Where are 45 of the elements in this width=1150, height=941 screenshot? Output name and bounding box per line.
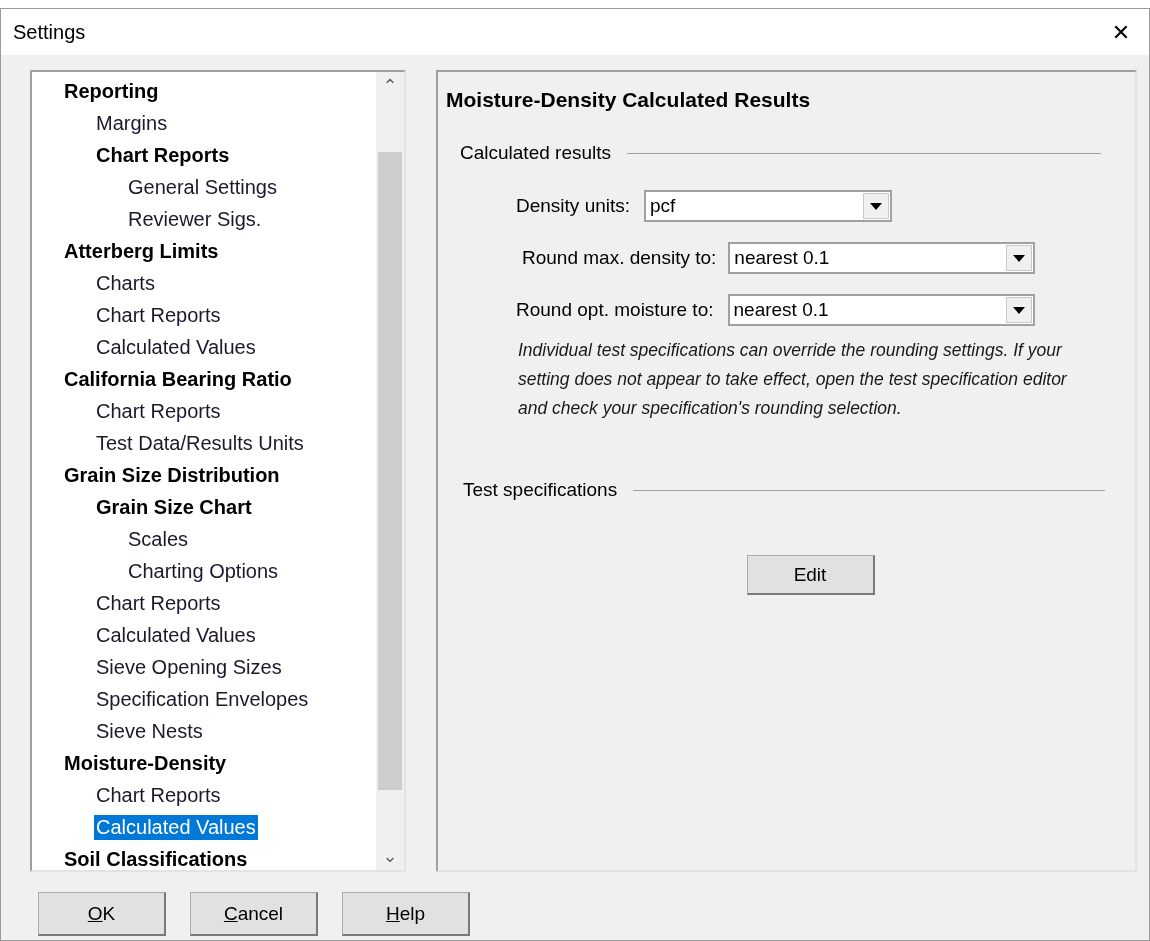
- scroll-thumb[interactable]: [378, 152, 402, 790]
- panel-title: Moisture-Density Calculated Results: [446, 88, 812, 112]
- tree-item[interactable]: Specification Envelopes: [94, 686, 311, 712]
- dropdown[interactable]: nearest 0.1: [727, 294, 1035, 326]
- scroll-up-button[interactable]: ⌃: [382, 72, 398, 100]
- field-label: Round max. density to:: [522, 247, 717, 269]
- scrollbar[interactable]: ⌃ ⌄: [376, 72, 404, 870]
- tree-item[interactable]: Sieve Opening Sizes: [94, 654, 284, 680]
- dropdown[interactable]: pcf: [644, 190, 893, 222]
- dialog-button[interactable]: Cancel: [190, 892, 318, 936]
- tree-item[interactable]: Margins: [94, 110, 170, 136]
- tree-item[interactable]: Calculated Values: [94, 814, 258, 840]
- tree-item[interactable]: Soil Classifications: [62, 846, 250, 870]
- dropdown[interactable]: nearest 0.1: [728, 242, 1036, 274]
- tree-item[interactable]: Scales: [126, 526, 191, 552]
- tree-item[interactable]: Test Data/Results Units: [94, 430, 306, 456]
- close-button[interactable]: ✕: [1101, 14, 1141, 50]
- tree-item[interactable]: Sieve Nests: [94, 718, 205, 744]
- edit-button[interactable]: Edit: [746, 555, 875, 595]
- tree-item[interactable]: Chart Reports: [94, 302, 223, 328]
- tree-item[interactable]: General Settings: [126, 174, 279, 200]
- tree-item[interactable]: Chart Reports: [94, 782, 223, 808]
- tree-item[interactable]: California Bearing Ratio: [62, 366, 294, 392]
- window-title: Settings: [13, 20, 86, 44]
- scroll-down-button[interactable]: ⌄: [382, 842, 398, 870]
- tree-item[interactable]: Chart Reports: [94, 398, 223, 424]
- field-label: Round opt. moisture to:: [516, 299, 714, 321]
- field-label: Density units:: [516, 195, 631, 217]
- tree-item[interactable]: Grain Size Chart: [94, 494, 254, 520]
- tree-item[interactable]: Chart Reports: [94, 142, 232, 168]
- note-text: Individual test specifications can override the rounding settings. If your setting does not appear to take effect, open the test specification editor and check your specification's rounding selection.: [518, 339, 1068, 420]
- tree-item[interactable]: Calculated Values: [94, 334, 258, 360]
- tree-item[interactable]: Moisture-Density: [62, 750, 229, 776]
- tree-item[interactable]: Reviewer Sigs.: [126, 206, 264, 232]
- section-heading: Test specifications: [463, 479, 618, 501]
- tree-item[interactable]: Chart Reports: [94, 590, 223, 616]
- tree-item[interactable]: Grain Size Distribution: [62, 462, 282, 488]
- tree-item[interactable]: Atterberg Limits: [62, 238, 221, 264]
- dialog-button[interactable]: OK: [38, 892, 166, 936]
- tree-item[interactable]: Reporting: [62, 78, 161, 104]
- tree-item[interactable]: Charting Options: [126, 558, 281, 584]
- tree-item[interactable]: Calculated Values: [94, 622, 258, 648]
- dialog-button[interactable]: Help: [342, 892, 470, 936]
- tree-item[interactable]: Charts: [94, 270, 157, 296]
- section-heading: Calculated results: [460, 142, 612, 164]
